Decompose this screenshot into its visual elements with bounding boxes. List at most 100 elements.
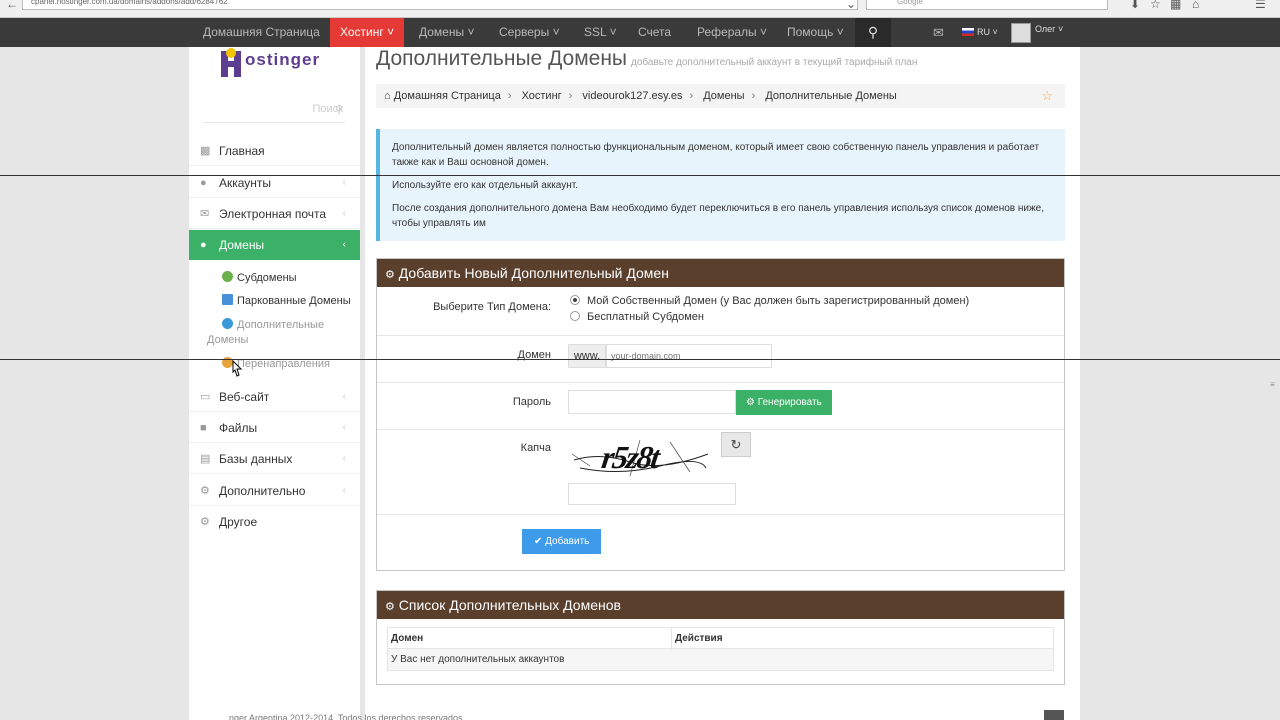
chevron-left-icon: ‹ [342,485,346,496]
monitor-icon: ▭ [200,391,211,403]
sidebar: ostinger Поиск ⚲ ▩ Главная ● Аккаунты ‹ ✉ Эле… [189,47,360,720]
sidebar-item-home[interactable]: ▩ Главная [189,136,360,166]
submenu-subdomains[interactable]: Субдомены [222,271,297,286]
nav-invoices[interactable]: Счета [638,18,671,47]
bookmarks-icon[interactable]: ▦ [1170,0,1181,11]
dropdown-icon[interactable]: ⌄ [846,0,856,11]
cogs-icon: ⚙ [200,485,210,497]
refresh-captcha-button[interactable]: ↻ [721,432,751,457]
nav-ssl[interactable]: SSL ˅ [584,18,617,47]
parked-domain-icon [222,294,233,305]
sidebar-item-advanced[interactable]: ⚙ Дополнительно ‹ [189,476,360,506]
chevron-left-icon: ‹ [342,422,346,433]
password-input[interactable] [568,390,736,414]
add-domain-panel: ⚙ Добавить Новый Дополнительный Домен Вы… [376,258,1065,571]
breadcrumb-domains[interactable]: Домены [703,90,744,102]
flag-icon [962,28,974,36]
generate-password-button[interactable]: ⚙ Генерировать [736,390,832,415]
chevron-down-icon: ˅ [467,25,475,39]
breadcrumb: ⌂ Домашняя Страница › Хостинг › videourok1… [376,84,1065,108]
chevron-down-icon: ˅ [760,25,768,39]
submenu-addon-domains[interactable]: Дополнительные Домены [207,318,324,348]
www-prefix: www. [568,344,606,368]
refresh-icon: ↻ [730,437,742,452]
cogs-icon: ⚙ [385,269,395,281]
captcha-text: r5z8t [599,439,661,475]
sidebar-item-domains[interactable]: ● Домены ‹ [189,230,360,260]
captcha-input[interactable] [568,483,736,505]
nav-referrals[interactable]: Рефералы ˅ [697,18,767,47]
chevron-down-icon: ˅ [1057,24,1064,34]
globe-icon [222,318,233,329]
chevron-down-icon: ˅ [836,25,844,39]
chevron-down-icon: ˅ [387,25,395,39]
chevron-down-icon: ˅ [609,25,617,39]
chevron-left-icon: ‹ [342,177,346,188]
top-navigation: Домашняя Страница Хостинг ˅ Домены ˅ Сер… [0,18,1280,47]
radio-own-domain[interactable]: Мой Собственный Домен (у Вас должен быть… [570,295,969,307]
sidebar-item-accounts[interactable]: ● Аккаунты ‹ [189,168,360,198]
page-title: Дополнительные Домены добавьте дополнител… [376,47,918,70]
cogs-icon: ⚙ [385,601,395,613]
bookmark-star-icon[interactable]: ☆ [1150,0,1161,11]
add-domain-button[interactable]: ✔ Добавить [522,529,602,554]
grip-icon[interactable]: ≡ [1270,380,1278,390]
search-icon[interactable]: ⚲ [855,18,891,47]
logo[interactable]: ostinger [213,47,343,81]
globe-icon: ● [200,239,207,251]
download-icon[interactable]: ⬇ [1130,0,1140,11]
breadcrumb-hosting[interactable]: Хостинг [522,90,562,102]
panel-header: ⚙ Добавить Новый Дополнительный Домен [377,259,1064,287]
check-icon: ✔ [534,536,543,547]
sidebar-item-databases[interactable]: ▤ Базы данных ‹ [189,444,360,474]
avatar[interactable] [1011,23,1031,43]
gear-icon: ⚙ [200,516,210,528]
menu-icon[interactable]: ☰ [1255,0,1266,11]
subdomain-icon [222,271,233,282]
favorite-star-icon[interactable]: ☆ [1041,84,1053,108]
search-icon: ⚲ [334,104,343,116]
sidebar-search-input[interactable]: Поиск ⚲ [203,103,345,123]
breadcrumb-account[interactable]: videourok127.esy.es [582,90,682,102]
browser-toolbar: ← cpanel.hostinger.com.ua/domains/addons… [0,0,1280,18]
sidebar-item-other[interactable]: ⚙ Другое [189,507,360,537]
divider-line [0,359,1280,360]
nav-home[interactable]: Домашняя Страница [203,18,320,47]
address-bar[interactable]: cpanel.hostinger.com.ua/domains/addons/a… [22,0,858,10]
browser-search[interactable]: Google [866,0,1108,10]
radio-free-subdomain[interactable]: Бесплатный Субдомен [570,311,704,323]
nav-domains[interactable]: Домены ˅ [419,18,474,47]
chevron-left-icon: ‹ [342,239,346,250]
nav-help[interactable]: Помощь ˅ [787,18,844,47]
breadcrumb-home[interactable]: Домашняя Страница [394,90,501,102]
dashboard-icon: ▩ [200,145,211,157]
home-icon: ⌂ [384,90,391,102]
mouse-cursor-icon [232,360,243,377]
panel-header: ⚙ Список Дополнительных Доменов [377,591,1064,619]
mail-icon[interactable]: ✉ [933,18,944,47]
info-icon: ● [200,177,207,189]
envelope-icon: ✉ [200,208,210,220]
scroll-to-top-button[interactable] [1044,710,1064,720]
folder-icon: ■ [200,422,207,434]
logo-text: ostinger [245,50,321,69]
addon-domains-table: Домен Действия У Вас нет дополнительных … [387,627,1054,671]
submenu-parked-domains[interactable]: Паркованные Домены [222,294,351,309]
nav-servers[interactable]: Серверы ˅ [499,18,560,47]
user-menu[interactable]: Олег ˅ [1035,15,1063,44]
back-icon[interactable]: ← [6,0,18,11]
addon-domains-list-panel: ⚙ Список Дополнительных Доменов Домен Де… [376,590,1065,685]
table-row: У Вас нет дополнительных аккаунтов [387,649,1054,671]
main-content: Дополнительные Домены добавьте дополнител… [365,47,1080,720]
page-subtitle: добавьте дополнительный аккаунт в текущи… [631,57,918,68]
home-icon[interactable]: ⌂ [1192,0,1199,11]
sidebar-item-files[interactable]: ■ Файлы ‹ [189,413,360,443]
hostinger-logo-icon [221,48,241,77]
language-selector[interactable]: RU ˅ [962,18,998,47]
chevron-left-icon: ‹ [342,391,346,402]
sidebar-item-email[interactable]: ✉ Электронная почта ‹ [189,199,360,229]
domain-input[interactable] [606,344,772,368]
column-domain: Домен [391,633,424,644]
sidebar-item-website[interactable]: ▭ Веб-сайт ‹ [189,382,360,412]
nav-hosting[interactable]: Хостинг ˅ [330,18,405,47]
